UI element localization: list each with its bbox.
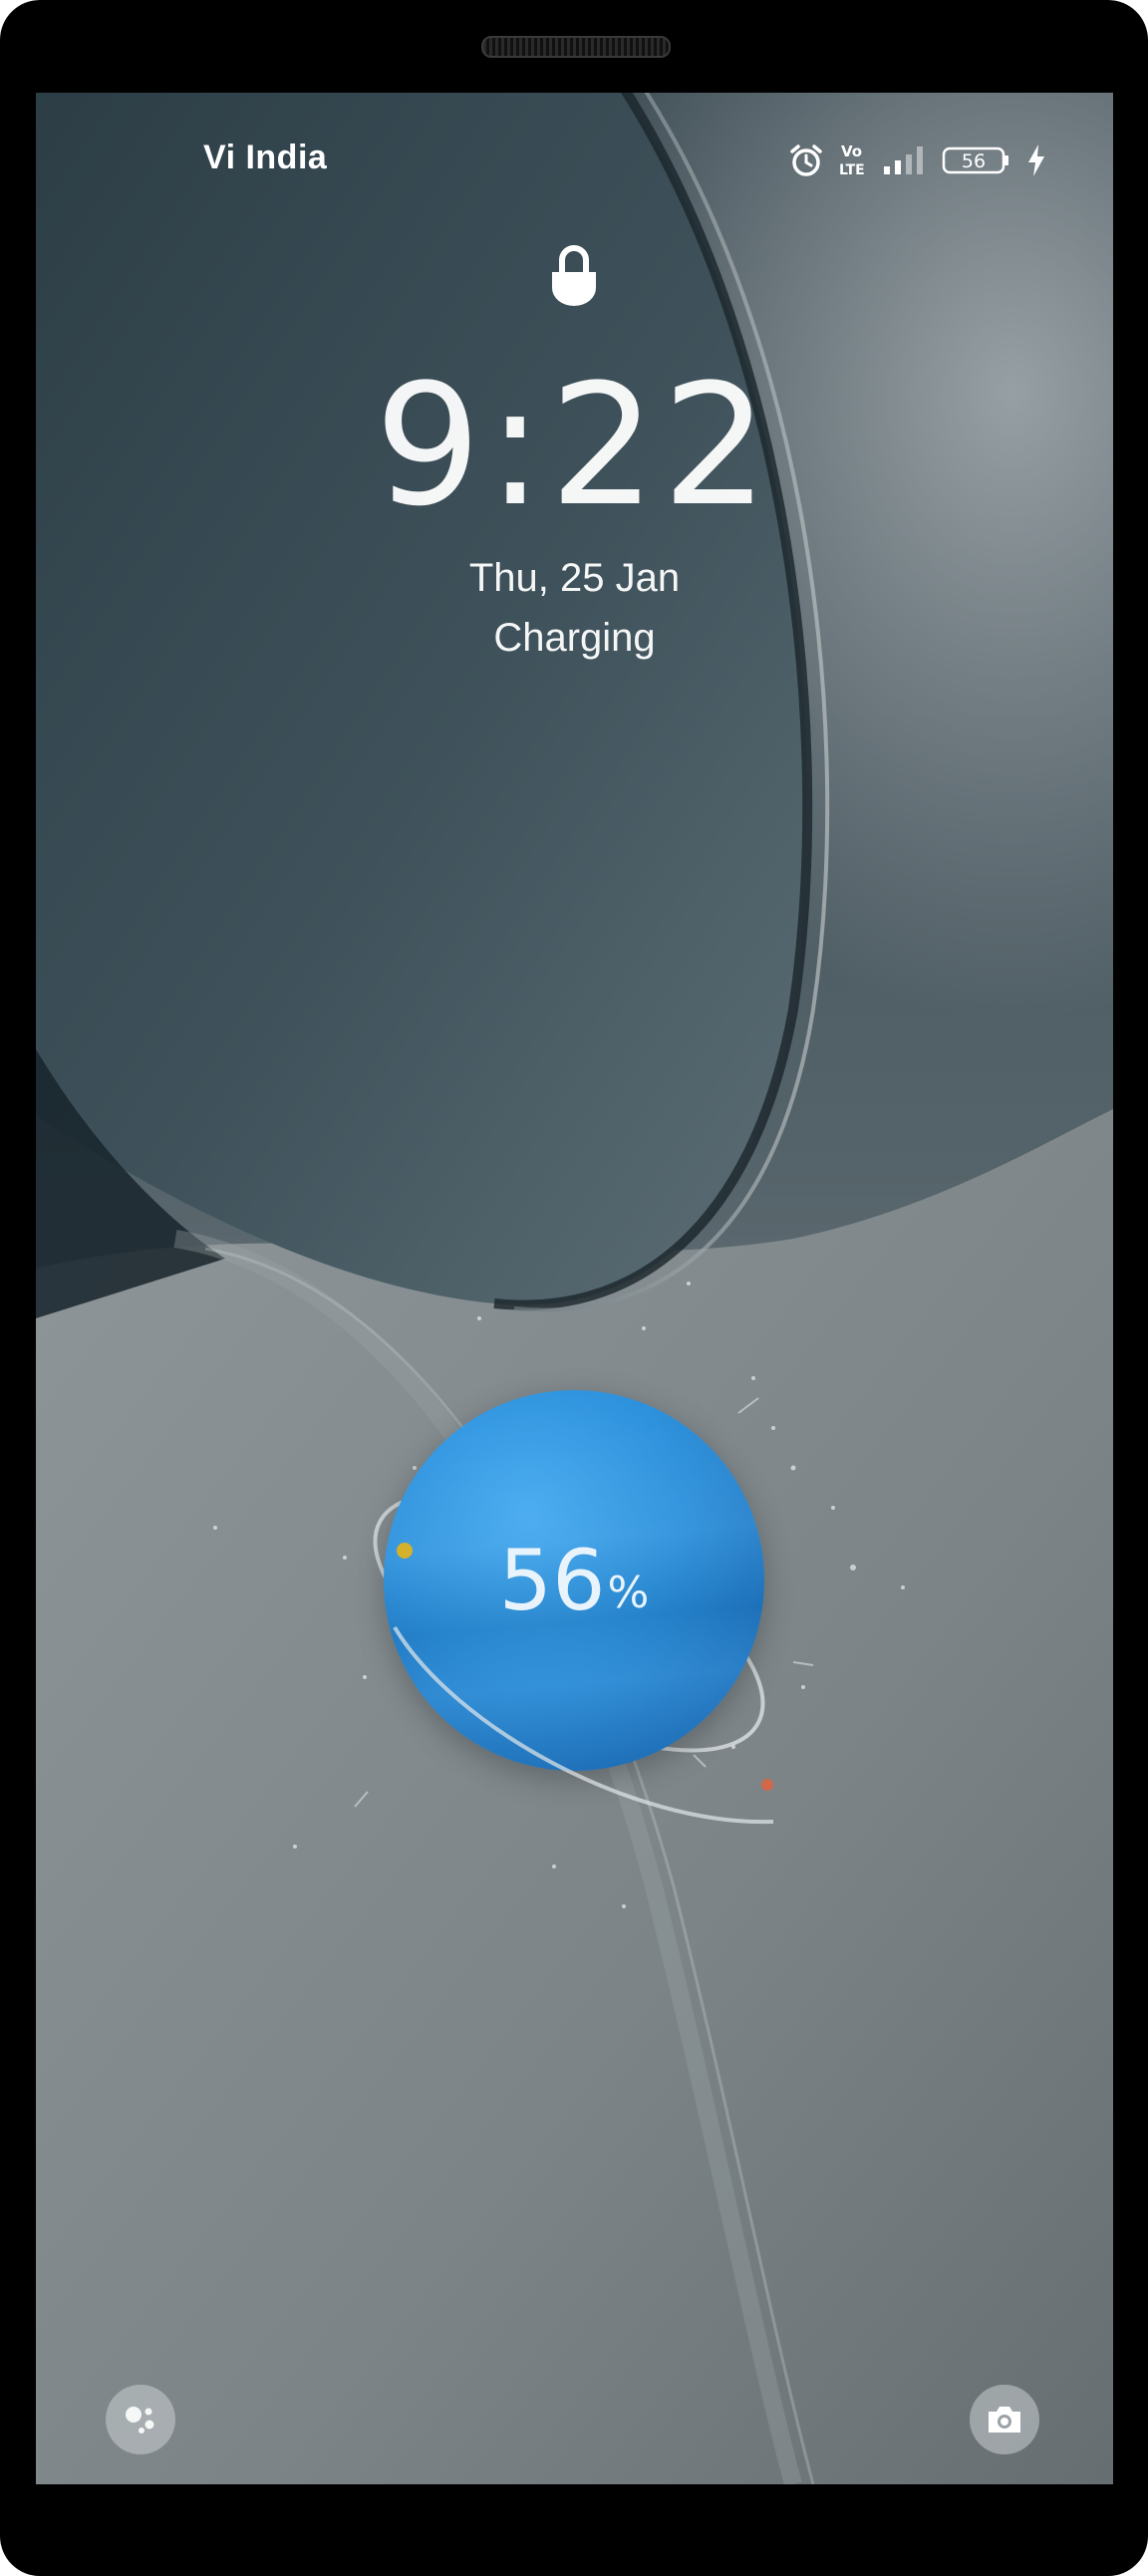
signal-icon	[884, 146, 923, 174]
lock-date: Thu, 25 Jan	[468, 556, 681, 600]
battery-icon: 56	[942, 146, 1008, 174]
volte-icon: Vo LTE	[839, 143, 865, 178]
alarm-icon	[790, 144, 822, 176]
charging-bolt-icon	[1028, 144, 1044, 176]
volte-top-label: Vo	[841, 143, 862, 160]
battery-level-text: 56	[962, 150, 986, 172]
lock-icon[interactable]	[548, 242, 600, 308]
status-bar: Vi India Vo LTE 56	[36, 93, 1113, 182]
carrier-name: Vi India	[203, 139, 328, 176]
assistant-icon	[126, 2407, 154, 2433]
status-icons: Vo LTE 56	[788, 141, 1047, 180]
battery-percent-display: 56 %	[384, 1390, 764, 1771]
volte-bottom-label: LTE	[839, 162, 865, 178]
camera-shortcut-button[interactable]	[970, 2385, 1039, 2454]
lock-screen[interactable]: Vi India Vo LTE 56 9:22 Thu, 25 Jan Char…	[36, 93, 1113, 2484]
battery-percent-sign: %	[607, 1567, 650, 1618]
lock-clock: 9:22	[374, 348, 775, 543]
phone-frame: Vi India Vo LTE 56 9:22 Thu, 25 Jan Char…	[0, 0, 1148, 2576]
speaker-grille	[481, 36, 671, 58]
assistant-shortcut-button[interactable]	[106, 2385, 175, 2454]
charging-status: Charging	[493, 616, 656, 660]
battery-percent-value: 56	[498, 1532, 606, 1629]
camera-icon	[989, 2407, 1020, 2433]
